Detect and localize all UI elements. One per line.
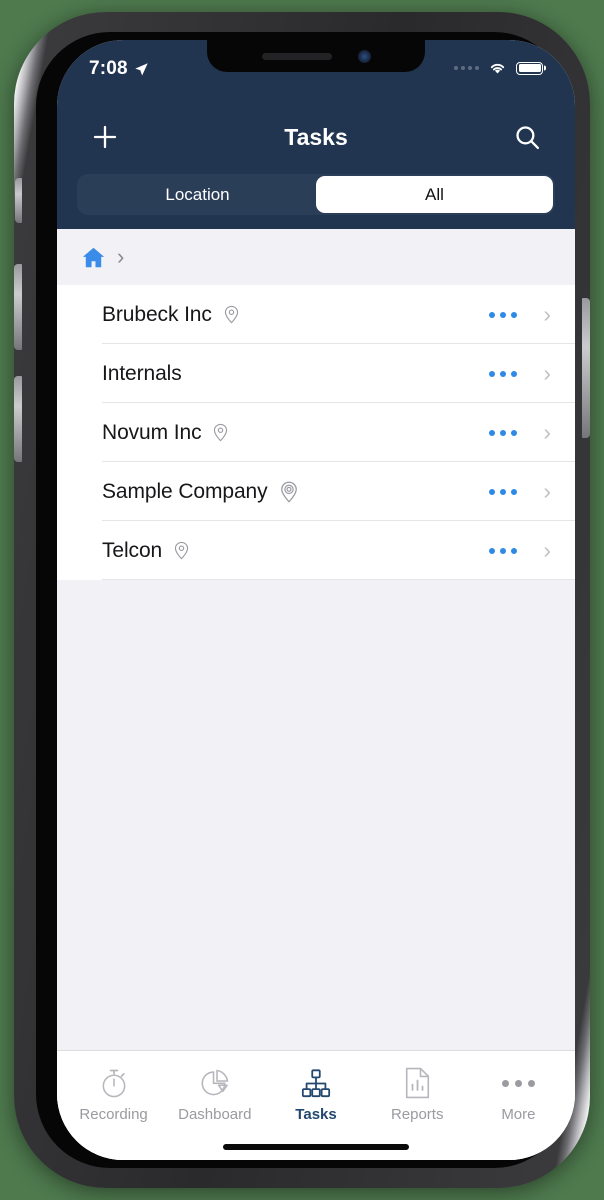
stopwatch-icon — [99, 1067, 129, 1099]
document-bar-chart-icon — [404, 1067, 431, 1099]
tab-label: Recording — [79, 1106, 148, 1123]
row-chevron-icon: › — [543, 419, 551, 445]
row-more-button[interactable] — [489, 547, 518, 554]
volume-down-button[interactable] — [14, 376, 22, 462]
segmented-control-wrap: Location All — [57, 168, 575, 229]
table-row[interactable]: Novum Inc › — [57, 403, 575, 462]
tab-label: More — [501, 1106, 536, 1123]
status-left: 7:08 — [89, 58, 149, 80]
row-label: Brubeck Inc — [102, 302, 212, 326]
table-row[interactable]: Sample Company › — [57, 462, 575, 521]
cellular-dots-icon — [454, 66, 479, 70]
add-button[interactable] — [85, 117, 125, 157]
status-right — [454, 58, 543, 75]
tab-label: Dashboard — [178, 1106, 252, 1123]
segment-location[interactable]: Location — [79, 176, 316, 213]
map-pin-icon — [173, 541, 190, 560]
row-chevron-icon: › — [543, 478, 551, 504]
segmented-control: Location All — [77, 174, 555, 215]
map-pin-icon — [223, 305, 240, 324]
tab-label: Reports — [390, 1106, 444, 1123]
page-title: Tasks — [284, 123, 348, 150]
nav-bar: Tasks — [57, 106, 575, 168]
breadcrumb-separator: › — [117, 244, 125, 269]
speaker-grille-icon — [261, 52, 332, 60]
battery-full-icon — [516, 61, 543, 75]
row-chevron-icon: › — [543, 301, 551, 327]
segment-all[interactable]: All — [316, 176, 553, 213]
plus-icon — [93, 125, 117, 149]
wifi-icon — [490, 63, 505, 74]
company-list: Brubeck Inc › Internals › Novum Inc › Sa… — [57, 285, 575, 580]
breadcrumb-home-button[interactable] — [81, 245, 106, 270]
home-indicator[interactable] — [223, 1144, 409, 1150]
pie-chart-icon — [199, 1067, 230, 1099]
content-area: › Brubeck Inc › Internals › Novum Inc › … — [57, 229, 575, 1160]
org-chart-icon — [300, 1067, 332, 1099]
home-icon — [82, 247, 105, 267]
front-camera-icon — [357, 49, 371, 63]
row-more-button[interactable] — [489, 429, 518, 436]
more-dots-icon — [501, 1067, 535, 1099]
power-button[interactable] — [582, 298, 590, 438]
status-time: 7:08 — [89, 58, 128, 79]
tab-recording[interactable]: Recording — [63, 1061, 164, 1160]
table-row[interactable]: Internals › — [57, 344, 575, 403]
table-row[interactable]: Telcon › — [57, 521, 575, 580]
tab-more[interactable]: More — [468, 1061, 569, 1160]
map-pin-icon — [212, 423, 229, 442]
breadcrumb: › — [57, 229, 575, 285]
volume-up-button[interactable] — [14, 264, 22, 350]
silent-switch[interactable] — [15, 178, 22, 223]
row-more-button[interactable] — [489, 488, 518, 495]
phone-screen: 7:08 Tasks Location All › Brubeck Inc › … — [57, 40, 575, 1160]
location-arrow-icon — [135, 62, 148, 75]
row-label: Novum Inc — [102, 420, 202, 444]
row-chevron-icon: › — [543, 537, 551, 563]
search-button[interactable] — [507, 117, 547, 157]
row-label: Sample Company — [102, 479, 268, 503]
table-row[interactable]: Brubeck Inc › — [57, 285, 575, 344]
row-chevron-icon: › — [543, 360, 551, 386]
notch — [207, 40, 425, 72]
row-label: Internals — [102, 361, 182, 385]
tab-label: Tasks — [295, 1106, 337, 1123]
row-more-button[interactable] — [489, 311, 518, 318]
row-more-button[interactable] — [489, 370, 518, 377]
row-label: Telcon — [102, 538, 163, 562]
search-icon — [515, 125, 539, 149]
map-pin-circled-icon — [279, 481, 299, 503]
phone-frame: 7:08 Tasks Location All › Brubeck Inc › … — [14, 12, 590, 1188]
